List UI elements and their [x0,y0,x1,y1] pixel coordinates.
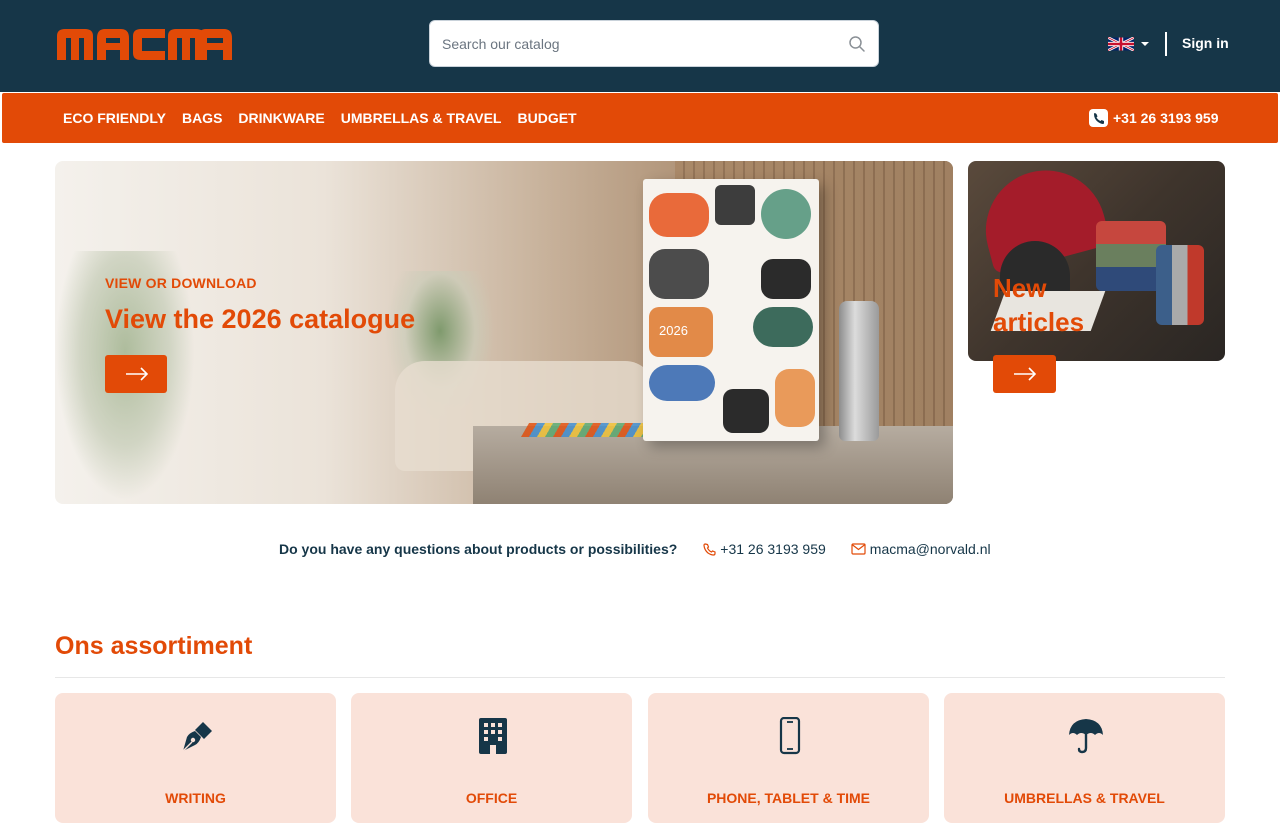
nav-item-drinkware[interactable]: DRINKWARE [238,110,324,126]
search-input[interactable] [442,21,832,66]
arrow-right-icon [1014,367,1037,381]
new-articles-arrow-button[interactable] [993,355,1056,393]
assortment-title: Ons assortiment [55,632,253,660]
section-divider [55,677,1225,678]
chevron-down-icon [1141,42,1149,46]
nav-item-budget[interactable]: BUDGET [517,110,576,126]
phone-icon [1089,109,1108,127]
sign-in-link[interactable]: Sign in [1182,35,1229,51]
hero-eyebrow: VIEW OR DOWNLOAD [105,275,257,291]
phone-icon [703,542,716,556]
macma-logo[interactable] [55,26,233,62]
hero-banner[interactable]: 2026 VIEW OR DOWNLOAD View the 2026 cata… [55,161,953,504]
contact-phone: +31 26 3193 959 [720,541,826,557]
contact-bar: Do you have any questions about products… [279,541,991,557]
search-box [429,20,879,67]
category-label: UMBRELLAS & TRAVEL [1004,790,1165,806]
main-nav: ECO FRIENDLY BAGS DRINKWARE UMBRELLAS & … [2,93,1278,143]
nav-phone-link[interactable]: +31 26 3193 959 [1089,109,1219,127]
contact-email: macma@norvald.nl [869,541,991,557]
nav-item-bags[interactable]: BAGS [182,110,222,126]
uk-flag-icon [1108,37,1134,51]
category-nav: ECO FRIENDLY BAGS DRINKWARE UMBRELLAS & … [63,110,593,126]
smartphone-icon [779,717,801,755]
new-articles-title: New articles [993,273,1085,337]
umbrella-icon [1069,719,1103,754]
category-label: PHONE, TABLET & TIME [706,790,871,806]
contact-phone-link[interactable]: +31 26 3193 959 [703,541,826,557]
arrow-right-icon [126,367,149,381]
category-card-umbrellas-travel[interactable]: UMBRELLAS & TRAVEL [944,693,1225,823]
nav-phone-number: +31 26 3193 959 [1113,110,1219,126]
language-selector[interactable] [1108,36,1150,52]
search-icon[interactable] [848,35,866,53]
category-card-writing[interactable]: WRITING [55,693,336,823]
hero-arrow-button[interactable] [105,355,167,393]
category-card-phone-tablet-time[interactable]: PHONE, TABLET & TIME [648,693,929,823]
contact-email-link[interactable]: macma@norvald.nl [851,541,991,557]
mail-icon [851,543,866,555]
category-label: WRITING [165,790,226,806]
hero-bottle-decoration [839,301,879,441]
header-divider [1165,32,1167,56]
category-card-office[interactable]: OFFICE [351,693,632,823]
pen-nib-icon [182,722,212,752]
hero-title: View the 2026 catalogue [105,304,416,334]
bottles-decoration [1156,245,1204,325]
top-header: Sign in [0,0,1280,92]
catalogue-year: 2026 [659,323,688,338]
nav-item-eco-friendly[interactable]: ECO FRIENDLY [63,110,166,126]
catalogue-image: 2026 [643,179,819,441]
building-icon [479,718,507,754]
nav-item-umbrellas-travel[interactable]: UMBRELLAS & TRAVEL [341,110,502,126]
contact-question: Do you have any questions about products… [279,541,678,557]
new-articles-banner[interactable]: New articles [968,161,1225,361]
category-label: OFFICE [465,790,518,806]
